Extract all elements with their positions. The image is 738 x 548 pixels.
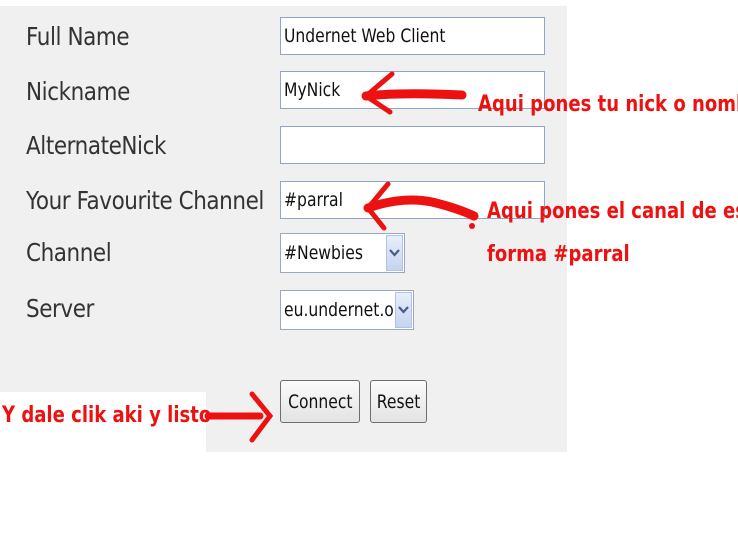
favourite-channel-value: #parral [284, 189, 343, 211]
alternate-nick-input[interactable] [280, 126, 545, 164]
channel-label: Channel [26, 238, 112, 267]
nickname-value: MyNick [284, 79, 341, 101]
channel-select-value: #Newbies [284, 242, 363, 264]
connect-note: Y dale clik aki y listo [2, 403, 212, 428]
full-name-input[interactable]: Undernet Web Client [280, 17, 545, 55]
red-arrow-icon [204, 391, 274, 443]
nick-note: Aqui pones tu nick o nombre [478, 92, 738, 117]
channel-select[interactable]: #Newbies [280, 233, 405, 273]
nickname-label: Nickname [26, 77, 130, 106]
full-name-label: Full Name [26, 22, 130, 51]
alternate-nick-label: AlternateNick [26, 131, 167, 160]
connect-button[interactable]: Connect [280, 380, 360, 423]
channel-dropdown-button[interactable] [386, 235, 403, 271]
server-select[interactable]: eu.undernet.org [280, 290, 414, 330]
chevron-down-icon [389, 249, 400, 257]
channel-note-line2: forma #parral [487, 242, 630, 267]
red-arrow-icon [361, 71, 467, 115]
favourite-channel-label: Your Favourite Channel [26, 186, 264, 215]
chevron-down-icon [398, 306, 409, 314]
red-arrow-icon [363, 181, 479, 231]
reset-button[interactable]: Reset [370, 380, 427, 423]
full-name-value: Undernet Web Client [284, 25, 446, 47]
server-dropdown-button[interactable] [395, 292, 412, 328]
server-select-value: eu.undernet.org [284, 299, 410, 321]
server-label: Server [26, 294, 94, 323]
channel-note-line1: Aqui pones el canal de esta [487, 199, 738, 224]
